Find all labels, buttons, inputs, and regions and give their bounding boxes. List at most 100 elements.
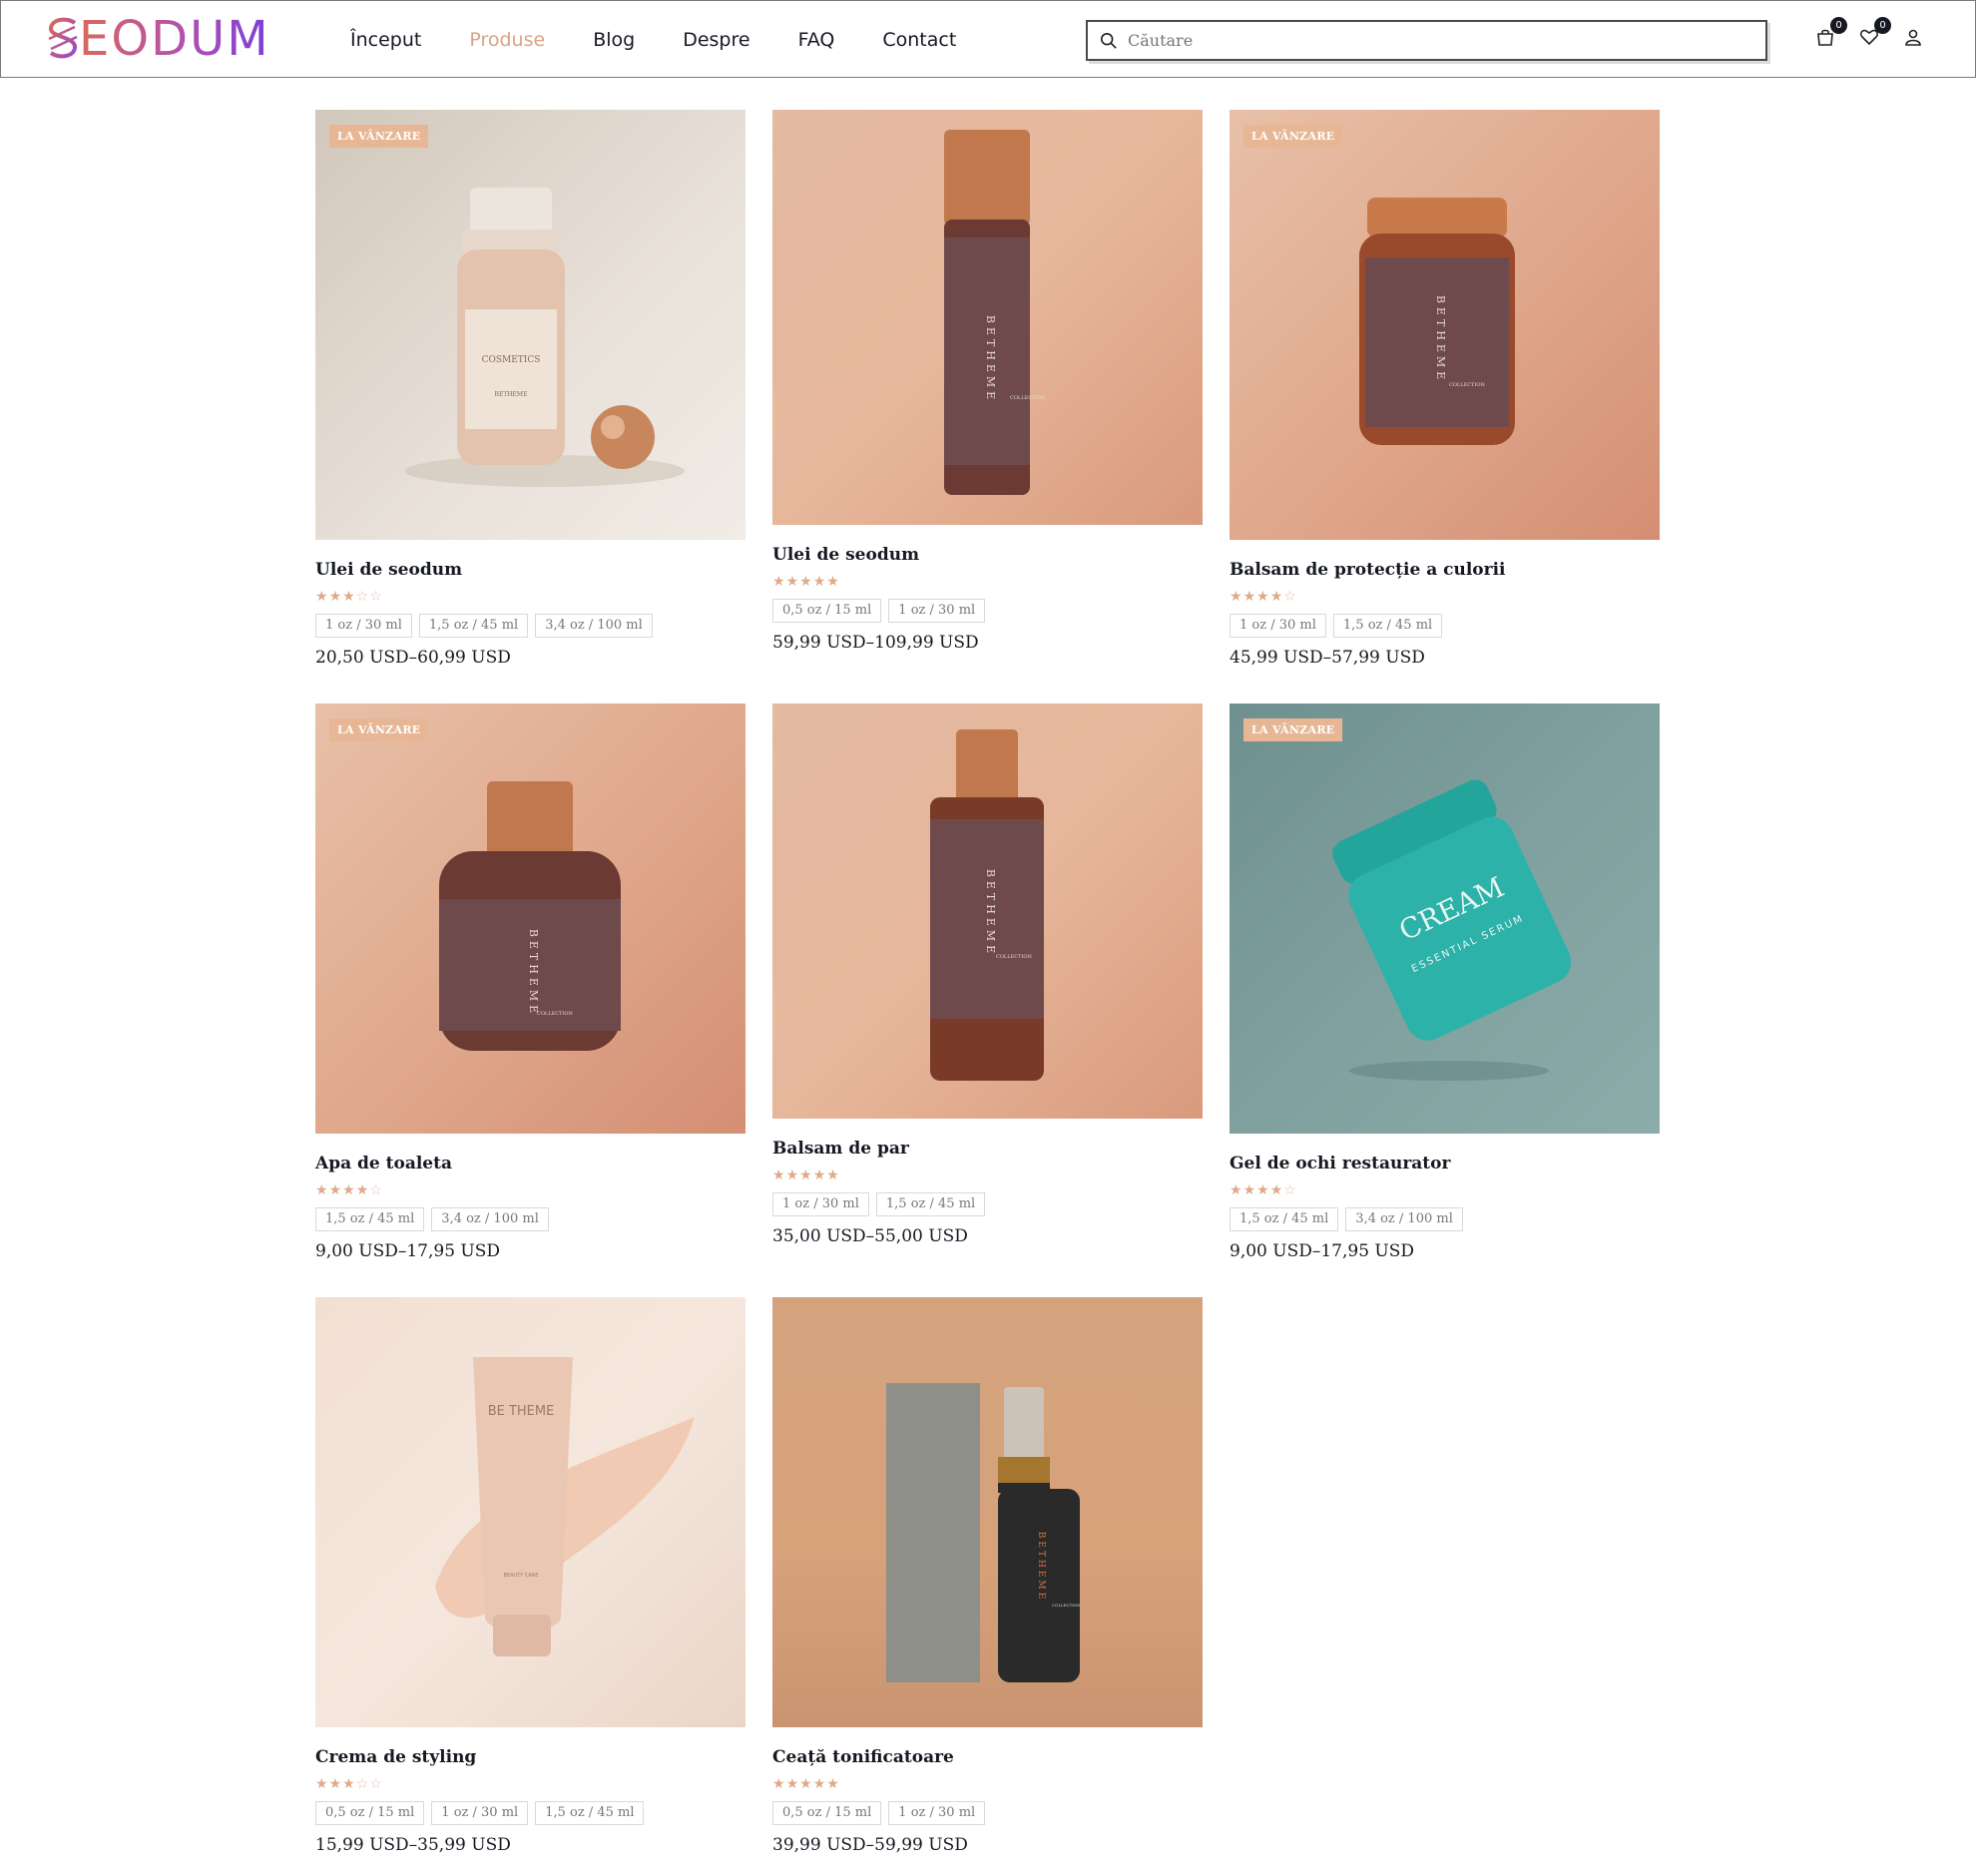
sale-badge: LA VÂNZARE — [329, 718, 429, 741]
image-text-brand: BETHEME — [984, 315, 997, 403]
variant-option[interactable]: 1,5 oz / 45 ml — [875, 1192, 986, 1216]
star-icon: ★ — [328, 588, 343, 604]
star-icon: ★ — [342, 588, 356, 604]
variant-option[interactable]: 0,5 oz / 15 ml — [315, 1801, 425, 1825]
star-icon: ☆ — [355, 1775, 370, 1791]
variant-option[interactable]: 3,4 oz / 100 ml — [535, 614, 653, 638]
product-name[interactable]: Gel de ochi restaurator — [1230, 1154, 1660, 1177]
star-icon: ★ — [1242, 1181, 1257, 1197]
product-card[interactable]: BE THEME BEAUTY CARE Crema de styling ★★… — [315, 1297, 745, 1855]
product-card[interactable]: BETHEME COLLECTION LA VÂNZARE Apa de toa… — [315, 704, 745, 1261]
product-image[interactable]: BE THEME BEAUTY CARE — [315, 1297, 745, 1727]
logo[interactable]: EODUM — [45, 13, 270, 65]
variant-option[interactable]: 3,4 oz / 100 ml — [431, 1207, 549, 1231]
nav-item-produse[interactable]: Produse — [469, 29, 545, 51]
variant-option[interactable]: 1 oz / 30 ml — [888, 1801, 986, 1825]
star-icon: ★ — [328, 1775, 343, 1791]
variant-option[interactable]: 1,5 oz / 45 ml — [1332, 614, 1443, 638]
image-text-cosmetics: COSMETICS — [482, 355, 541, 365]
product-name[interactable]: Ulei de seodum — [315, 560, 745, 584]
product-name[interactable]: Crema de styling — [315, 1747, 745, 1771]
variant-option[interactable]: 1 oz / 30 ml — [315, 614, 412, 638]
product-price: 39,99 USD–59,99 USD — [772, 1835, 968, 1855]
variant-option[interactable]: 1 oz / 30 ml — [772, 1192, 869, 1216]
product-image-set: BETHEME COLLECTION — [886, 1383, 1081, 1682]
star-icon: ★ — [1256, 1181, 1270, 1197]
product-image[interactable]: CREAM ESSENTIAL SERUM LA VÂNZARE — [1230, 704, 1660, 1134]
product-name[interactable]: Ceață tonificatoare — [772, 1747, 1203, 1771]
product-card[interactable]: BETHEME COLLECTION Ceață tonificatoare ★… — [772, 1297, 1203, 1855]
header-actions: 0 0 — [1815, 17, 1947, 49]
image-text-brand: BETHEME — [495, 391, 528, 398]
product-image[interactable]: COSMETICS BETHEME LA VÂNZARE — [315, 110, 745, 540]
product-card[interactable]: BETHEME COLLECTION LA VÂNZARE Balsam de … — [1230, 110, 1660, 668]
cart-count-badge: 0 — [1830, 17, 1847, 34]
variant-option[interactable]: 1,5 oz / 45 ml — [418, 614, 529, 638]
variant-option[interactable]: 1 oz / 30 ml — [888, 599, 986, 623]
nav-item-inceput[interactable]: Început — [350, 29, 421, 51]
product-image-jar: CREAM ESSENTIAL SERUM — [1332, 779, 1572, 1081]
sale-badge: LA VÂNZARE — [1243, 718, 1343, 741]
account-button[interactable] — [1903, 27, 1925, 49]
star-icon: ☆ — [369, 588, 383, 604]
variant-option[interactable]: 0,5 oz / 15 ml — [772, 1801, 882, 1825]
variant-list: 1 oz / 30 ml 1,5 oz / 45 ml — [1230, 614, 1660, 638]
product-image[interactable]: BETHEME COLLECTION — [772, 110, 1203, 525]
product-card[interactable]: BETHEME COLLECTION Balsam de par ★★★★★ 1… — [772, 704, 1203, 1246]
star-icon: ★ — [785, 573, 800, 589]
image-text-care: BEAUTY CARE — [504, 1573, 539, 1579]
variant-list: 1 oz / 30 ml 1,5 oz / 45 ml 3,4 oz / 100… — [315, 614, 745, 638]
product-card[interactable]: CREAM ESSENTIAL SERUM LA VÂNZARE Gel de … — [1230, 704, 1660, 1261]
variant-option[interactable]: 1 oz / 30 ml — [431, 1801, 529, 1825]
variant-option[interactable]: 1,5 oz / 45 ml — [315, 1207, 425, 1231]
product-image[interactable]: BETHEME COLLECTION — [772, 1297, 1203, 1727]
nav-item-faq[interactable]: FAQ — [798, 29, 835, 51]
variant-option[interactable]: 0,5 oz / 15 ml — [772, 599, 882, 623]
variant-list: 1,5 oz / 45 ml 3,4 oz / 100 ml — [315, 1207, 745, 1231]
search-icon — [1100, 32, 1117, 49]
variant-option[interactable]: 3,4 oz / 100 ml — [1345, 1207, 1463, 1231]
product-image[interactable]: BETHEME COLLECTION LA VÂNZARE — [1230, 110, 1660, 540]
star-icon: ☆ — [1283, 588, 1297, 604]
star-icon: ★ — [1256, 588, 1270, 604]
variant-option[interactable]: 1,5 oz / 45 ml — [535, 1801, 645, 1825]
product-card[interactable]: COSMETICS BETHEME LA VÂNZARE Ulei de seo… — [315, 110, 745, 668]
image-text-brand: BETHEME — [1036, 1532, 1046, 1602]
product-image[interactable]: BETHEME COLLECTION — [772, 704, 1203, 1119]
star-icon: ★ — [342, 1775, 356, 1791]
product-name[interactable]: Ulei de seodum — [772, 545, 1203, 569]
product-name[interactable]: Balsam de protecție a culorii — [1230, 560, 1660, 584]
product-price: 15,99 USD–35,99 USD — [315, 1835, 511, 1855]
variant-list: 1,5 oz / 45 ml 3,4 oz / 100 ml — [1230, 1207, 1660, 1231]
rating-stars: ★★★★★ — [772, 1775, 1203, 1793]
search-input[interactable] — [1128, 31, 1746, 50]
sale-badge: LA VÂNZARE — [329, 125, 429, 148]
rating-stars: ★★★☆☆ — [315, 588, 745, 606]
rating-stars: ★★★★★ — [772, 573, 1203, 591]
product-name[interactable]: Balsam de par — [772, 1139, 1203, 1163]
user-icon — [1905, 29, 1921, 46]
rating-stars: ★★★★☆ — [1230, 1181, 1660, 1199]
site-header: EODUM Început Produse Blog Despre FAQ Co… — [0, 0, 1976, 78]
nav-item-contact[interactable]: Contact — [882, 29, 956, 51]
nav-item-despre[interactable]: Despre — [683, 29, 749, 51]
product-image-bottle: BETHEME COLLECTION — [930, 729, 1044, 1081]
star-icon: ★ — [1230, 588, 1243, 604]
product-name[interactable]: Apa de toaleta — [315, 1154, 745, 1177]
star-icon: ★ — [785, 1775, 800, 1791]
image-text-collection: COLLECTION — [537, 1011, 573, 1017]
image-text-collection: COLLECTION — [1052, 1603, 1081, 1608]
cart-button[interactable]: 0 — [1815, 17, 1847, 49]
star-icon: ★ — [315, 1775, 329, 1791]
star-icon: ★ — [355, 1181, 370, 1197]
search-box[interactable] — [1086, 20, 1767, 61]
product-image[interactable]: BETHEME COLLECTION LA VÂNZARE — [315, 704, 745, 1134]
variant-option[interactable]: 1,5 oz / 45 ml — [1230, 1207, 1339, 1231]
wishlist-button[interactable]: 0 — [1859, 17, 1891, 49]
product-image-tube: BE THEME BEAUTY CARE — [435, 1357, 695, 1656]
image-text-brand: BETHEME — [1434, 295, 1447, 383]
variant-option[interactable]: 1 oz / 30 ml — [1230, 614, 1326, 638]
image-text-collection: COLLECTION — [1449, 382, 1485, 388]
product-card[interactable]: BETHEME COLLECTION Ulei de seodum ★★★★★ … — [772, 110, 1203, 653]
nav-item-blog[interactable]: Blog — [593, 29, 635, 51]
